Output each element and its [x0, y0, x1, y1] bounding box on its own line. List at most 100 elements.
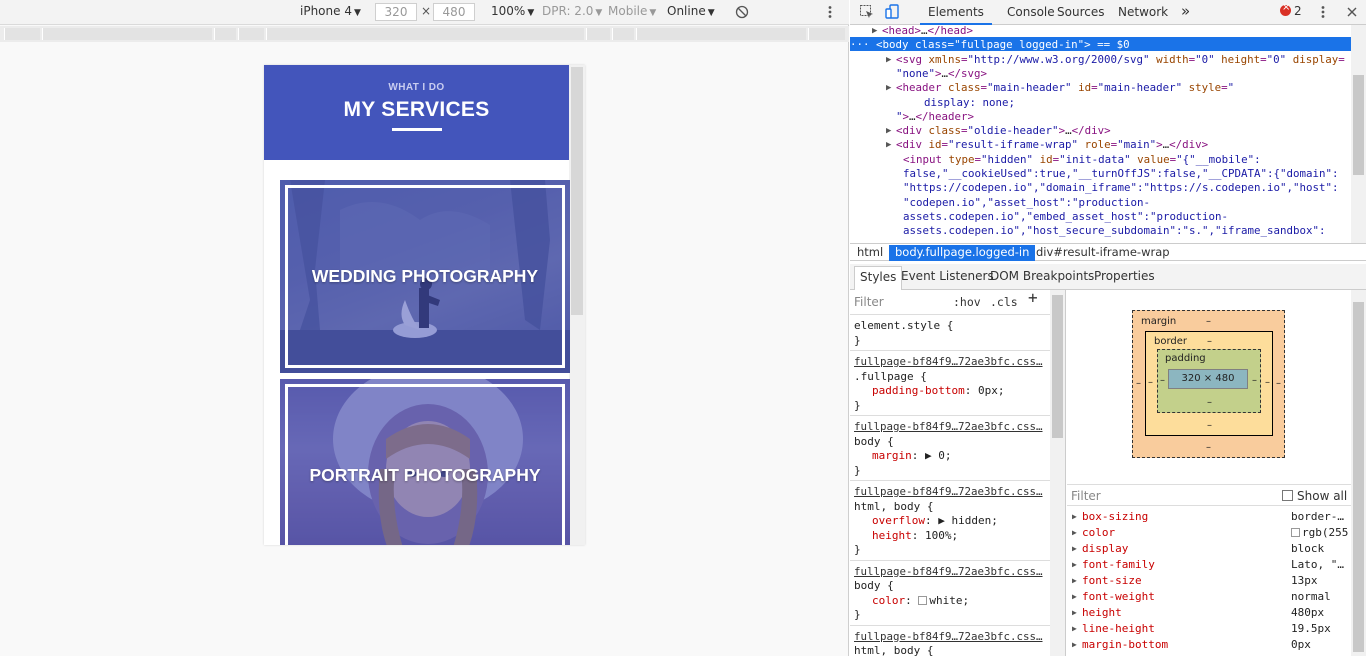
rule-selector[interactable]: .fullpage {: [854, 370, 1046, 385]
computed-property-row[interactable]: ▶ margin-bottom 0px: [1067, 637, 1351, 653]
dom-node-line[interactable]: assets.codepen.io","host_secure_subdomai…: [903, 224, 1326, 238]
service-card-portrait[interactable]: PORTRAIT PHOTOGRAPHY: [280, 379, 570, 545]
new-style-rule-button[interactable]: +: [1028, 290, 1038, 306]
dom-node-line[interactable]: ▶ <header class="main-header" id="main-he…: [886, 81, 1234, 95]
expand-triangle-icon[interactable]: ▶: [886, 138, 891, 152]
computed-property-row[interactable]: ▶ height 480px: [1067, 605, 1351, 621]
computed-property-row[interactable]: ▶ line-height 19.5px: [1067, 621, 1351, 637]
tab-elements[interactable]: Elements: [928, 5, 984, 19]
expand-triangle-icon[interactable]: ▶: [1072, 509, 1077, 525]
expand-triangle-icon[interactable]: ▶: [1072, 541, 1077, 557]
computed-filter-input[interactable]: Filter: [1071, 489, 1101, 503]
dom-tree[interactable]: ▶<head>…</head>▼··· <body class="fullpag…: [850, 25, 1351, 243]
computed-property-row[interactable]: ▶ box-sizing border-…: [1067, 509, 1351, 525]
dom-node-line[interactable]: assets.codepen.io","embed_asset_host":"p…: [903, 210, 1228, 224]
property-name[interactable]: color: [872, 594, 905, 607]
tab-styles[interactable]: Styles: [854, 266, 903, 290]
class-toggle[interactable]: .cls: [990, 295, 1018, 310]
style-rule[interactable]: fullpage-bf84f9…72ae3bfc.css… body {margi…: [850, 415, 1050, 480]
dom-tree-scrollbar[interactable]: [1351, 25, 1366, 243]
show-all-checkbox[interactable]: [1282, 490, 1293, 501]
property-name[interactable]: padding-bottom: [872, 384, 965, 397]
media-query-segment[interactable]: [42, 28, 212, 40]
error-counter[interactable]: 2: [1280, 2, 1302, 18]
expand-triangle-icon[interactable]: ▶: [886, 124, 891, 138]
close-devtools-icon[interactable]: [1346, 6, 1358, 18]
rule-source-link[interactable]: fullpage-bf84f9…72ae3bfc.css…: [854, 420, 1046, 435]
style-declaration[interactable]: margin: ▶ 0;: [854, 449, 1046, 464]
expand-triangle-icon[interactable]: ▶: [1072, 557, 1077, 573]
dom-node-line[interactable]: "https://codepen.io","domain_iframe":"ht…: [903, 181, 1339, 195]
rule-source-link[interactable]: fullpage-bf84f9…72ae3bfc.css…: [854, 565, 1046, 580]
expand-triangle-icon[interactable]: ▶: [1072, 589, 1077, 605]
property-name[interactable]: margin: [872, 449, 912, 462]
rotate-icon[interactable]: [735, 5, 749, 19]
style-rule[interactable]: fullpage-bf84f9…72ae3bfc.css… .fullpage {…: [850, 350, 1050, 415]
rule-source-link[interactable]: fullpage-bf84f9…72ae3bfc.css…: [854, 630, 1046, 645]
height-input[interactable]: 480: [433, 3, 475, 21]
computed-property-row[interactable]: ▶ font-family Lato, "…: [1067, 557, 1351, 573]
hover-state-toggle[interactable]: :hov: [953, 295, 981, 310]
zoom-select[interactable]: 100% ▼: [491, 4, 534, 18]
style-rule[interactable]: element.style {}: [850, 314, 1050, 350]
dom-node-line[interactable]: ▶ <div id="result-iframe-wrap" role="main…: [886, 138, 1208, 152]
dpr-select[interactable]: DPR: 2.0 ▼: [542, 4, 602, 18]
mode-select[interactable]: Mobile ▼: [608, 4, 656, 18]
device-select[interactable]: iPhone 4 ▼: [300, 4, 361, 18]
viewport-scroll-thumb[interactable]: [571, 67, 583, 315]
computed-scroll-thumb[interactable]: [1353, 302, 1364, 652]
devtools-menu-icon[interactable]: [1320, 5, 1326, 19]
property-name[interactable]: overflow: [872, 514, 925, 527]
dom-node-line[interactable]: "none">…</svg>: [896, 67, 987, 81]
media-query-segment[interactable]: [808, 28, 845, 40]
inspect-element-icon[interactable]: [858, 3, 876, 21]
media-query-segment[interactable]: [266, 28, 584, 40]
property-value[interactable]: ▶ 0;: [925, 449, 952, 462]
property-name[interactable]: height: [872, 529, 912, 542]
dom-node-line[interactable]: <input type="hidden" id="init-data" valu…: [903, 153, 1261, 167]
styles-scrollbar[interactable]: [1050, 290, 1065, 656]
rule-source-link[interactable]: fullpage-bf84f9…72ae3bfc.css…: [854, 485, 1046, 500]
service-card-wedding[interactable]: WEDDING PHOTOGRAPHY: [280, 180, 570, 373]
tab-event-listeners[interactable]: Event Listeners: [901, 269, 994, 283]
style-declaration[interactable]: overflow: ▶ hidden;: [854, 514, 1046, 529]
device-toolbar-toggle-icon[interactable]: [884, 3, 902, 21]
style-declaration[interactable]: height: 100%;: [854, 529, 1046, 544]
property-value[interactable]: 100%;: [925, 529, 958, 542]
breadcrumb-result-wrap[interactable]: div#result-iframe-wrap: [1030, 245, 1176, 261]
breadcrumb-body[interactable]: body.fullpage.logged-in: [889, 245, 1036, 261]
dom-node-line[interactable]: display: none;: [924, 96, 1015, 110]
style-rule[interactable]: fullpage-bf84f9…72ae3bfc.css… body {color…: [850, 559, 1050, 625]
rule-source-link[interactable]: fullpage-bf84f9…72ae3bfc.css…: [854, 355, 1046, 370]
media-query-segment[interactable]: [636, 28, 806, 40]
dom-node-line[interactable]: false,"__cookieUsed":true,"__turnOffJS":…: [903, 167, 1339, 181]
media-query-segment[interactable]: [4, 28, 40, 40]
computed-property-row[interactable]: ▶ font-weight normal: [1067, 589, 1351, 605]
media-query-segment[interactable]: [214, 28, 236, 40]
styles-filter-input[interactable]: Filter: [854, 295, 884, 310]
media-query-segment[interactable]: [586, 28, 610, 40]
rule-selector[interactable]: body {: [854, 579, 1046, 594]
property-value[interactable]: white;: [929, 594, 969, 607]
media-query-segment[interactable]: [612, 28, 634, 40]
dom-tree-scroll-thumb[interactable]: [1353, 75, 1364, 175]
computed-scrollbar[interactable]: [1351, 290, 1366, 656]
media-query-segment[interactable]: [238, 28, 264, 40]
dom-node-line[interactable]: ">…</header>: [896, 110, 974, 124]
rule-selector[interactable]: html, body {: [854, 500, 1046, 515]
expand-triangle-icon[interactable]: ▶: [886, 53, 891, 67]
expand-triangle-icon[interactable]: ▶: [872, 25, 877, 38]
more-options-icon[interactable]: [827, 5, 833, 19]
computed-property-row[interactable]: ▶ font-size 13px: [1067, 573, 1351, 589]
style-declaration[interactable]: padding-bottom: 0px;: [854, 384, 1046, 399]
style-rule[interactable]: fullpage-bf84f9…72ae3bfc.css… html, body …: [850, 480, 1050, 560]
expand-triangle-icon[interactable]: ▶: [1072, 573, 1077, 589]
expand-triangle-icon[interactable]: ▶: [886, 81, 891, 95]
show-all-toggle[interactable]: Show all: [1282, 489, 1347, 503]
property-value[interactable]: ▶ hidden;: [938, 514, 998, 527]
tab-console[interactable]: Console: [1007, 5, 1055, 19]
tab-properties[interactable]: Properties: [1094, 269, 1155, 283]
styles-scroll-thumb[interactable]: [1052, 295, 1063, 438]
dom-node-line[interactable]: "codepen.io","asset_host":"production-: [903, 196, 1150, 210]
computed-property-row[interactable]: ▶ color rgb(255: [1067, 525, 1351, 541]
